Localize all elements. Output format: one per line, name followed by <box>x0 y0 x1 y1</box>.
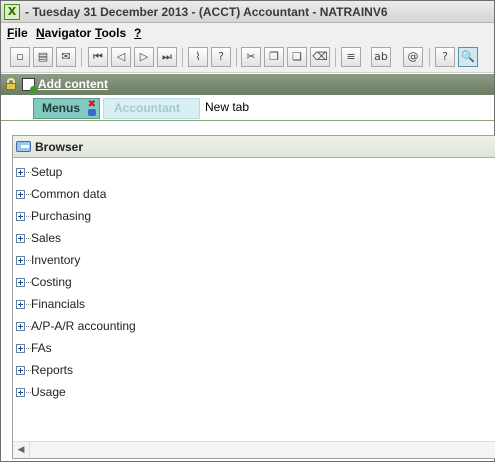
paste-icon[interactable]: ❏ <box>287 47 307 67</box>
content-bar: Add content <box>1 74 494 95</box>
list-view-icon[interactable]: ≡ <box>341 47 361 67</box>
attachment-icon[interactable]: ⌇ <box>188 47 208 67</box>
menu-bar: File Navigator Tools ? <box>1 23 494 43</box>
tab-options-icon[interactable] <box>88 109 96 116</box>
toolbar-separator <box>182 48 183 67</box>
menu-file[interactable]: File <box>7 26 28 40</box>
add-content-icon[interactable] <box>22 78 37 93</box>
tree-item-label: Costing <box>31 275 72 289</box>
toolbar: ▫ ▤ ✉ ⏮ ◁ ▷ ⏭ ⌇ ? ✂ ❐ ❏ ⌫ ≡ ab @ ? 🔍 <box>1 43 494 73</box>
app-icon[interactable]: X <box>4 4 20 20</box>
expand-icon[interactable] <box>16 322 25 331</box>
browser-panel-header: Browser <box>13 136 495 158</box>
tab-strip: Menus ✖ Accountant New tab <box>1 95 494 121</box>
expand-icon[interactable] <box>16 300 25 309</box>
menu-tools[interactable]: Tools <box>95 26 126 40</box>
menu-navigator-label: Navigator <box>36 26 92 40</box>
tree-item-label: Inventory <box>31 253 81 267</box>
expand-icon[interactable] <box>16 212 25 221</box>
tree-item-label: Reports <box>31 363 74 377</box>
toolbar-separator <box>81 48 82 67</box>
horizontal-scrollbar[interactable]: ◀ <box>13 441 495 458</box>
browser-icon <box>16 141 31 152</box>
toolbar-separator <box>236 48 237 67</box>
first-record-icon[interactable]: ⏮ <box>88 47 108 67</box>
tree-item-label: FAs <box>31 341 52 355</box>
tab-new[interactable]: New tab <box>201 98 291 119</box>
expand-icon[interactable] <box>16 388 25 397</box>
tree-item-label: Setup <box>31 165 63 179</box>
toolbar-separator <box>429 48 430 67</box>
menu-help-label: ? <box>134 26 142 40</box>
next-record-icon[interactable]: ▷ <box>134 47 154 67</box>
window-title: - Tuesday 31 December 2013 - (ACCT) Acco… <box>25 5 388 19</box>
last-record-icon[interactable]: ⏭ <box>157 47 177 67</box>
title-bar: X - Tuesday 31 December 2013 - (ACCT) Ac… <box>1 1 494 23</box>
email-icon[interactable]: ✉ <box>56 47 76 67</box>
menu-navigator[interactable]: Navigator <box>36 26 91 40</box>
application-window: X - Tuesday 31 December 2013 - (ACCT) Ac… <box>0 0 495 462</box>
tree-item-label: Common data <box>31 187 107 201</box>
tab-menus-label: Menus <box>42 101 81 115</box>
delete-line-icon[interactable]: ⌫ <box>310 47 330 67</box>
previous-record-icon[interactable]: ◁ <box>111 47 131 67</box>
tab-accountant-label: Accountant <box>114 101 180 115</box>
browser-panel: Browser Setup Common data Purchasing Sal… <box>12 135 495 459</box>
expand-icon[interactable] <box>16 344 25 353</box>
browser-title: Browser <box>35 140 84 154</box>
expand-icon[interactable] <box>16 278 25 287</box>
tab-accountant[interactable]: Accountant <box>103 98 200 119</box>
tree-item-label: Financials <box>31 297 86 311</box>
tree-item-label: Usage <box>31 385 66 399</box>
menu-help[interactable]: ? <box>134 26 141 40</box>
tab-menus[interactable]: Menus ✖ <box>33 98 100 119</box>
tree-item-label: Sales <box>31 231 62 245</box>
text-field-icon[interactable]: ab <box>371 47 391 67</box>
tab-new-label: New tab <box>205 100 250 114</box>
help-icon[interactable]: ? <box>211 47 231 67</box>
lock-icon[interactable] <box>6 78 16 90</box>
new-document-icon[interactable]: ▫ <box>10 47 30 67</box>
menu-tools-label: Tools <box>95 26 127 40</box>
expand-icon[interactable] <box>16 256 25 265</box>
expand-icon[interactable] <box>16 366 25 375</box>
tree-item-label: Purchasing <box>31 209 92 223</box>
tree-item-label: A/P-A/R accounting <box>31 319 136 333</box>
expand-icon[interactable] <box>16 168 25 177</box>
toolbar-separator <box>335 48 336 67</box>
about-icon[interactable]: ? <box>435 47 455 67</box>
copy-icon[interactable]: ❐ <box>264 47 284 67</box>
expand-icon[interactable] <box>16 190 25 199</box>
print-icon[interactable]: ▤ <box>33 47 53 67</box>
link-icon[interactable]: @ <box>403 47 423 67</box>
expand-icon[interactable] <box>16 234 25 243</box>
menu-file-label: File <box>7 26 28 40</box>
add-content-link[interactable]: Add content <box>38 77 108 91</box>
scroll-left-icon[interactable]: ◀ <box>13 442 30 458</box>
zoom-search-icon[interactable]: 🔍 <box>458 47 478 67</box>
cut-icon[interactable]: ✂ <box>241 47 261 67</box>
